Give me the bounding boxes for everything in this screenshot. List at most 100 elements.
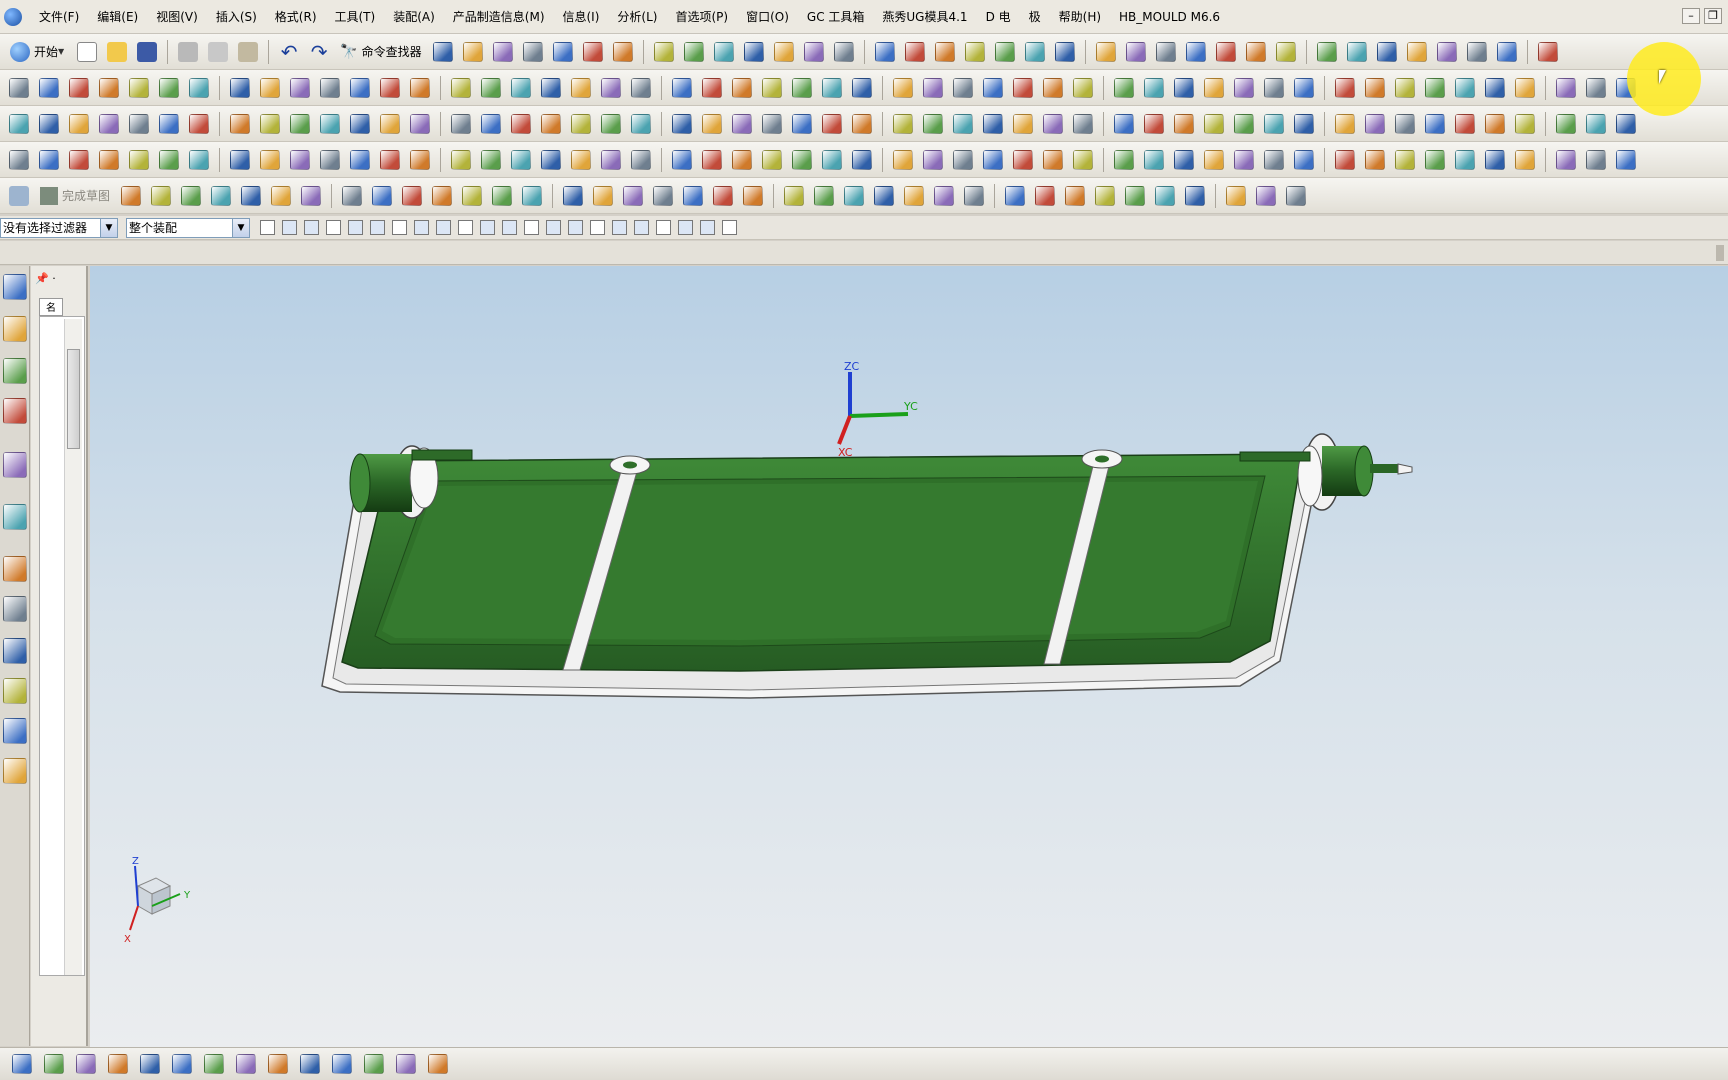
standard-tool-25-icon[interactable]: [1181, 38, 1211, 66]
curve-tool-28-icon[interactable]: [847, 110, 877, 138]
curve-tool-35-icon[interactable]: [1068, 110, 1098, 138]
feature-tool-40-icon[interactable]: [1229, 146, 1259, 174]
curve-tool-41-icon[interactable]: [1259, 110, 1289, 138]
start-button[interactable]: 开始 ▼: [4, 41, 72, 62]
surface-tool-25-icon[interactable]: [757, 74, 787, 102]
curve-tool-39-icon[interactable]: [1199, 110, 1229, 138]
surface-tool-13-icon[interactable]: [375, 74, 405, 102]
sketch-tool-38-icon[interactable]: [1281, 182, 1311, 210]
curve-tool-20-icon[interactable]: [596, 110, 626, 138]
snap-tool-15-icon[interactable]: [564, 218, 586, 238]
standard-tool-36-icon[interactable]: [1533, 38, 1563, 66]
feature-tool-52-icon[interactable]: [1611, 146, 1641, 174]
new-file-icon[interactable]: [72, 38, 102, 66]
roles-icon[interactable]: [3, 718, 27, 744]
utility-tool-10-icon[interactable]: [294, 1050, 326, 1078]
standard-tool-20-icon[interactable]: [1020, 38, 1050, 66]
part-navigator-icon[interactable]: [3, 358, 27, 384]
surface-tool-39-icon[interactable]: [1199, 74, 1229, 102]
curve-tool-49-icon[interactable]: [1510, 110, 1540, 138]
utility-tool-9-icon[interactable]: [262, 1050, 294, 1078]
snap-tool-18-icon[interactable]: [630, 218, 652, 238]
sketch-tool-14-icon[interactable]: [517, 182, 547, 210]
feature-tool-31-icon[interactable]: [948, 146, 978, 174]
feature-tool-37-icon[interactable]: [1139, 146, 1169, 174]
type-filter-select[interactable]: 没有选择过滤器 ▼: [0, 217, 118, 238]
feature-tool-48-icon[interactable]: [1480, 146, 1510, 174]
copy-icon[interactable]: [203, 38, 233, 66]
feature-tool-16-icon[interactable]: [476, 146, 506, 174]
standard-tool-35-icon[interactable]: [1492, 38, 1522, 66]
surface-tool-8-icon[interactable]: [225, 74, 255, 102]
surface-tool-14-icon[interactable]: [405, 74, 435, 102]
sketch-tool-19-icon[interactable]: [678, 182, 708, 210]
standard-tool-26-icon[interactable]: [1211, 38, 1241, 66]
sketch-tool-34-icon[interactable]: [1150, 182, 1180, 210]
feature-tool-33-icon[interactable]: [1008, 146, 1038, 174]
selection-scope-select[interactable]: 整个装配 ▼: [126, 217, 250, 238]
feature-tool-1-icon[interactable]: [4, 146, 34, 174]
curve-tool-18-icon[interactable]: [536, 110, 566, 138]
curve-tool-45-icon[interactable]: [1390, 110, 1420, 138]
curve-tool-5-icon[interactable]: [124, 110, 154, 138]
standard-tool-9-icon[interactable]: [679, 38, 709, 66]
snap-tool-8-icon[interactable]: [410, 218, 432, 238]
curve-tool-48-icon[interactable]: [1480, 110, 1510, 138]
reuse-library-icon[interactable]: [3, 398, 27, 424]
surface-tool-4-icon[interactable]: [94, 74, 124, 102]
sketch-tool-2-icon[interactable]: [146, 182, 176, 210]
sketch-tool-18-icon[interactable]: [648, 182, 678, 210]
feature-tool-49-icon[interactable]: [1510, 146, 1540, 174]
feature-tool-45-icon[interactable]: [1390, 146, 1420, 174]
utility-tool-1-icon[interactable]: [6, 1050, 38, 1078]
feature-tool-14-icon[interactable]: [405, 146, 435, 174]
feature-tool-39-icon[interactable]: [1199, 146, 1229, 174]
curve-tool-14-icon[interactable]: [405, 110, 435, 138]
standard-tool-4-icon[interactable]: [518, 38, 548, 66]
curve-tool-4-icon[interactable]: [94, 110, 124, 138]
sketch-tool-29-icon[interactable]: [1000, 182, 1030, 210]
feature-tool-30-icon[interactable]: [918, 146, 948, 174]
feature-tool-3-icon[interactable]: [64, 146, 94, 174]
surface-tool-46-icon[interactable]: [1420, 74, 1450, 102]
menu-window[interactable]: 窗口(O): [737, 0, 798, 34]
menu-assembly[interactable]: 装配(A): [384, 0, 444, 34]
surface-tool-26-icon[interactable]: [787, 74, 817, 102]
curve-tool-8-icon[interactable]: [225, 110, 255, 138]
curve-tool-51-icon[interactable]: [1581, 110, 1611, 138]
surface-tool-48-icon[interactable]: [1480, 74, 1510, 102]
surface-tool-38-icon[interactable]: [1169, 74, 1199, 102]
menu-hb-mould[interactable]: HB_MOULD M6.6: [1110, 0, 1229, 34]
utility-tool-4-icon[interactable]: [102, 1050, 134, 1078]
surface-tool-17-icon[interactable]: [506, 74, 536, 102]
curve-tool-29-icon[interactable]: [888, 110, 918, 138]
curve-tool-2-icon[interactable]: [34, 110, 64, 138]
snap-tool-4-icon[interactable]: [322, 218, 344, 238]
paste-icon[interactable]: [233, 38, 263, 66]
feature-tool-29-icon[interactable]: [888, 146, 918, 174]
curve-tool-21-icon[interactable]: [626, 110, 656, 138]
feature-tool-6-icon[interactable]: [154, 146, 184, 174]
command-finder-button[interactable]: 🔭 命令查找器: [334, 43, 427, 60]
surface-tool-16-icon[interactable]: [476, 74, 506, 102]
surface-tool-9-icon[interactable]: [255, 74, 285, 102]
redo-icon[interactable]: ↷: [304, 38, 334, 66]
feature-tool-42-icon[interactable]: [1289, 146, 1319, 174]
feature-tool-13-icon[interactable]: [375, 146, 405, 174]
snap-tool-22-icon[interactable]: [718, 218, 740, 238]
surface-tool-7-icon[interactable]: [184, 74, 214, 102]
snap-tool-17-icon[interactable]: [608, 218, 630, 238]
feature-tool-47-icon[interactable]: [1450, 146, 1480, 174]
curve-tool-31-icon[interactable]: [948, 110, 978, 138]
surface-tool-24-icon[interactable]: [727, 74, 757, 102]
snap-tool-9-icon[interactable]: [432, 218, 454, 238]
surface-tool-1-icon[interactable]: [4, 74, 34, 102]
curve-tool-44-icon[interactable]: [1360, 110, 1390, 138]
feature-tool-9-icon[interactable]: [255, 146, 285, 174]
surface-tool-2-icon[interactable]: [34, 74, 64, 102]
sketch-tool-31-icon[interactable]: [1060, 182, 1090, 210]
feature-tool-18-icon[interactable]: [536, 146, 566, 174]
curve-tool-6-icon[interactable]: [154, 110, 184, 138]
curve-tool-12-icon[interactable]: [345, 110, 375, 138]
feature-tool-15-icon[interactable]: [446, 146, 476, 174]
